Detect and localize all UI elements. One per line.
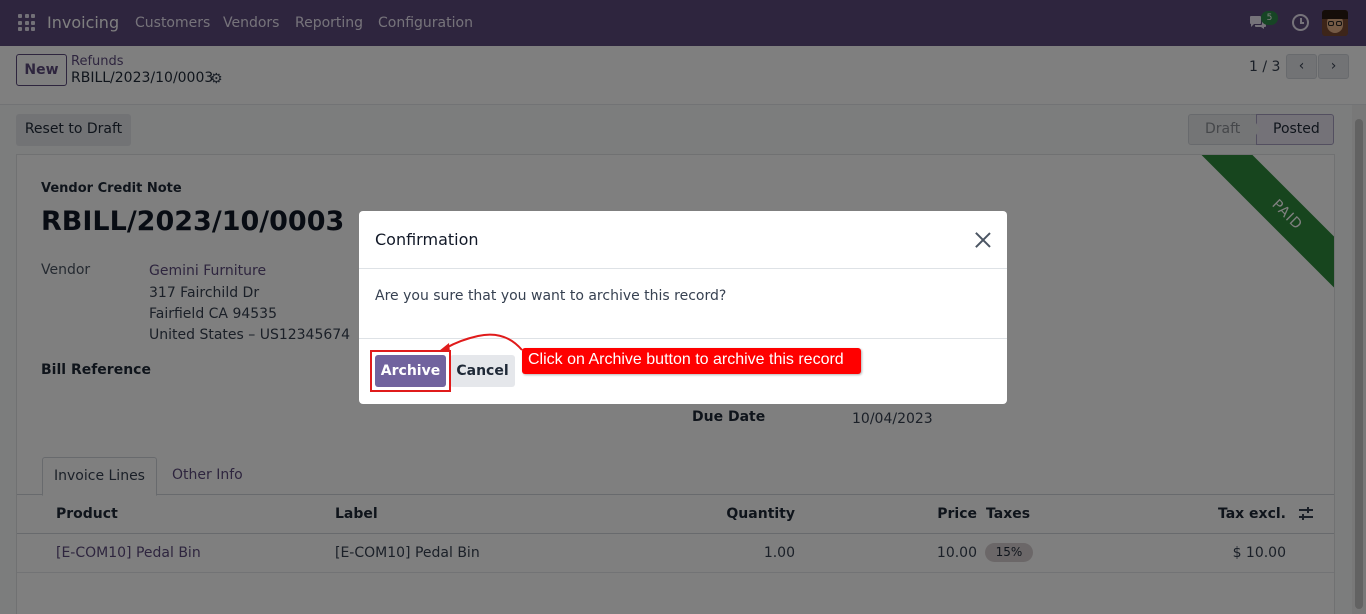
annotation-arrow	[439, 333, 523, 352]
close-icon[interactable]	[974, 231, 992, 249]
dialog-header: Confirmation	[359, 211, 1007, 269]
annotation-callout: Click on Archive button to archive this …	[522, 348, 861, 374]
dialog-message: Are you sure that you want to archive th…	[375, 288, 727, 304]
dialog-title: Confirmation	[375, 230, 479, 249]
